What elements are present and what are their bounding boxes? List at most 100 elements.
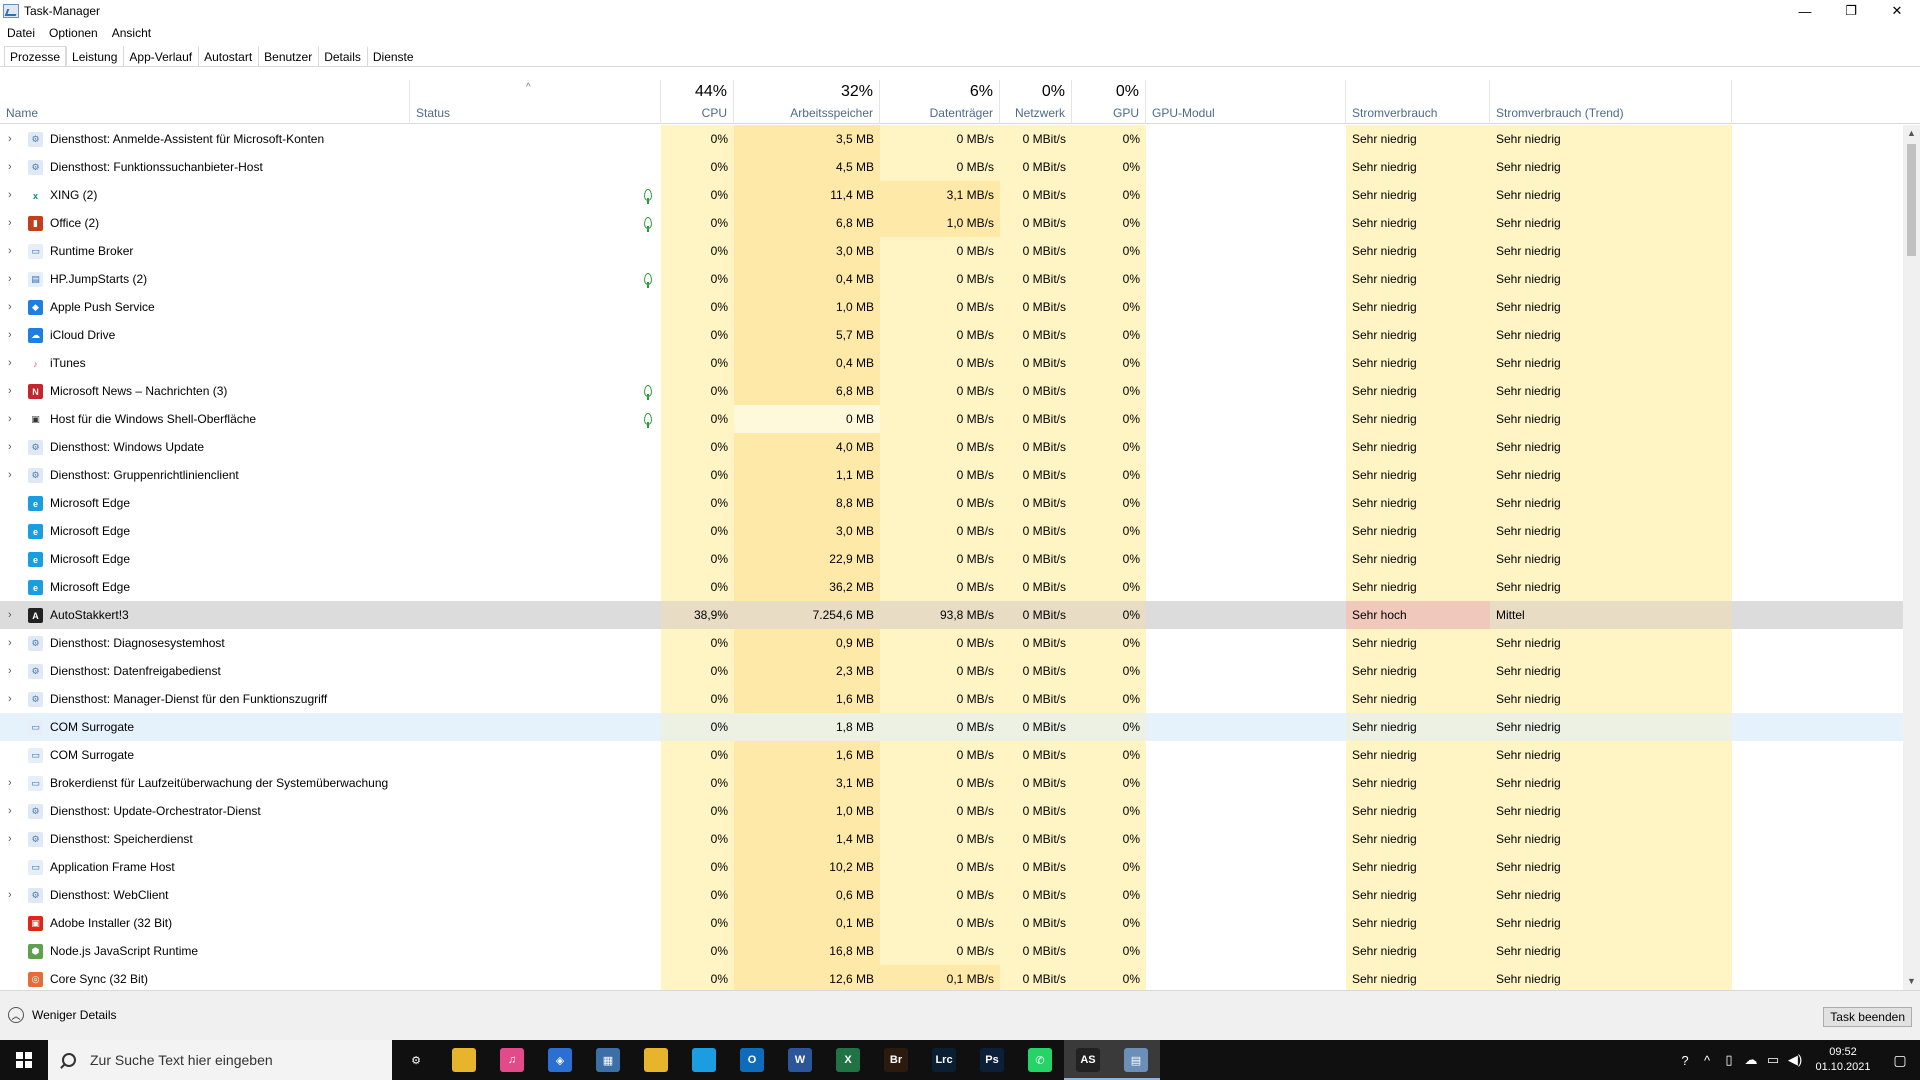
start-button[interactable] xyxy=(0,1040,48,1080)
device-icon[interactable]: ▯ xyxy=(1718,1052,1740,1068)
tab-details[interactable]: Details xyxy=(318,46,367,67)
expand-chevron-icon[interactable]: › xyxy=(8,657,12,685)
taskbar-app-lightroom-classic[interactable]: Lrc xyxy=(920,1040,968,1080)
help-icon[interactable]: ? xyxy=(1674,1053,1696,1068)
process-row[interactable]: › ⚙ Diensthost: Funktionssuchanbieter-Host… xyxy=(0,153,1906,181)
column-header-name[interactable]: Name xyxy=(0,80,410,124)
expand-chevron-icon[interactable]: › xyxy=(8,209,12,237)
column-header-cpu[interactable]: 44% CPU xyxy=(661,80,734,124)
process-row[interactable]: ▣ Adobe Installer (32 Bit) 0% 0,1 MB 0 MB/s 0… xyxy=(0,909,1906,937)
process-row[interactable]: › ▣ Host für die Windows Shell-Oberfläche 0… xyxy=(0,405,1906,433)
process-row[interactable]: › ⚙ Diensthost: Datenfreigabedienst 0% 2,3 M… xyxy=(0,657,1906,685)
process-row[interactable]: › ☁ iCloud Drive 0% 5,7 MB 0 MB/s 0 MBit/s 0% Se… xyxy=(0,321,1906,349)
expand-chevron-icon[interactable]: › xyxy=(8,181,12,209)
process-row[interactable]: › ⚙ Diensthost: Windows Update 0% 4,0 MB 0 MB… xyxy=(0,433,1906,461)
restore-button[interactable]: ❐ xyxy=(1828,0,1874,22)
process-row[interactable]: › ▤ HP.JumpStarts (2) 0% 0,4 MB 0 MB/s 0 MBit/… xyxy=(0,265,1906,293)
process-row[interactable]: › ⚙ Diensthost: Update-Orchestrator-Dienst… xyxy=(0,797,1906,825)
expand-chevron-icon[interactable]: › xyxy=(8,601,12,629)
tab-performance[interactable]: Leistung xyxy=(66,46,123,67)
process-row[interactable]: ⬢ Node.js JavaScript Runtime 0% 16,8 MB 0 MB… xyxy=(0,937,1906,965)
tab-users[interactable]: Benutzer xyxy=(258,46,318,67)
expand-chevron-icon[interactable]: › xyxy=(8,881,12,909)
menu-file[interactable]: Datei xyxy=(0,24,42,42)
scroll-up-arrow-icon[interactable]: ▲ xyxy=(1903,125,1920,142)
expand-chevron-icon[interactable]: › xyxy=(8,685,12,713)
menu-options[interactable]: Optionen xyxy=(42,24,105,42)
expand-chevron-icon[interactable]: › xyxy=(8,405,12,433)
taskbar-app-edge[interactable] xyxy=(680,1040,728,1080)
taskbar-app-vpn-shield[interactable]: ◈ xyxy=(536,1040,584,1080)
process-row[interactable]: › ▮ Office (2) 0% 6,8 MB 1,0 MB/s 0 MBit/s 0% Se… xyxy=(0,209,1906,237)
expand-chevron-icon[interactable]: › xyxy=(8,237,12,265)
expand-chevron-icon[interactable]: › xyxy=(8,293,12,321)
tab-app-history[interactable]: App-Verlauf xyxy=(123,46,198,67)
expand-chevron-icon[interactable]: › xyxy=(8,349,12,377)
vertical-scrollbar[interactable]: ▲ ▼ xyxy=(1903,125,1920,990)
process-row[interactable]: e Microsoft Edge 0% 8,8 MB 0 MB/s 0 MBit/s 0% S… xyxy=(0,489,1906,517)
taskbar-app-whatsapp[interactable]: ✆ xyxy=(1016,1040,1064,1080)
end-task-button[interactable]: Task beenden xyxy=(1823,1007,1912,1027)
taskbar-app-itunes[interactable]: ♫ xyxy=(488,1040,536,1080)
process-row[interactable]: ▭ COM Surrogate 0% 1,8 MB 0 MB/s 0 MBit/s 0% Se… xyxy=(0,713,1906,741)
column-header-power-trend[interactable]: Stromverbrauch (Trend) xyxy=(1490,80,1732,124)
process-row[interactable]: › ⚙ Diensthost: WebClient 0% 0,6 MB 0 MB/s 0 M… xyxy=(0,881,1906,909)
expand-chevron-icon[interactable]: › xyxy=(8,265,12,293)
process-row[interactable]: › ⚙ Diensthost: Speicherdienst 0% 1,4 MB 0 MB… xyxy=(0,825,1906,853)
expand-chevron-icon[interactable]: › xyxy=(8,769,12,797)
taskbar-app-folder[interactable] xyxy=(632,1040,680,1080)
notification-icon[interactable]: ▢ xyxy=(1880,1052,1920,1069)
volume-icon[interactable]: ◀) xyxy=(1784,1052,1806,1068)
expand-chevron-icon[interactable]: › xyxy=(8,377,12,405)
process-row[interactable]: › A AutoStakkert!3 38,9% 7.254,6 MB 93,8 MB/s… xyxy=(0,601,1906,629)
process-row[interactable]: ▭ Application Frame Host 0% 10,2 MB 0 MB/s 0 … xyxy=(0,853,1906,881)
onedrive-icon[interactable]: ☁ xyxy=(1740,1052,1762,1068)
column-header-gpu[interactable]: 0% GPU xyxy=(1072,80,1146,124)
expand-chevron-icon[interactable]: › xyxy=(8,433,12,461)
expand-chevron-icon[interactable]: › xyxy=(8,153,12,181)
column-header-power[interactable]: Stromverbrauch xyxy=(1346,80,1490,124)
column-header-network[interactable]: 0% Netzwerk xyxy=(1000,80,1072,124)
process-row[interactable]: ▭ COM Surrogate 0% 1,6 MB 0 MB/s 0 MBit/s 0% Se… xyxy=(0,741,1906,769)
expand-chevron-icon[interactable]: › xyxy=(8,825,12,853)
tab-processes[interactable]: Prozesse xyxy=(4,46,67,67)
process-row[interactable]: › ⚙ Diensthost: Anmelde-Assistent für Micr… xyxy=(0,125,1906,153)
taskbar-search-box[interactable]: Zur Suche Text hier eingeben xyxy=(48,1040,392,1080)
process-row[interactable]: › ◆ Apple Push Service 0% 1,0 MB 0 MB/s 0 MBit… xyxy=(0,293,1906,321)
clock[interactable]: 09:52 01.10.2021 xyxy=(1806,1045,1880,1075)
process-row[interactable]: e Microsoft Edge 0% 36,2 MB 0 MB/s 0 MBit/s 0%… xyxy=(0,573,1906,601)
column-header-disk[interactable]: 6% Datenträger xyxy=(880,80,1000,124)
taskbar-app-bridge[interactable]: Br xyxy=(872,1040,920,1080)
process-row[interactable]: › ⚙ Diensthost: Manager-Dienst für den Fun… xyxy=(0,685,1906,713)
chevron-up-icon[interactable]: ^ xyxy=(1696,1053,1718,1068)
minimize-button[interactable]: — xyxy=(1782,0,1828,22)
taskbar-app-task-manager[interactable]: ▤ xyxy=(1112,1040,1160,1080)
column-header-status[interactable]: Status xyxy=(410,80,661,124)
close-button[interactable]: ✕ xyxy=(1874,0,1920,22)
expand-chevron-icon[interactable]: › xyxy=(8,629,12,657)
column-header-gpu-engine[interactable]: GPU-Modul xyxy=(1146,80,1346,124)
expand-chevron-icon[interactable]: › xyxy=(8,125,12,153)
taskbar-app-excel[interactable]: X xyxy=(824,1040,872,1080)
fewer-details-toggle[interactable]: ︿ Weniger Details xyxy=(8,1007,116,1023)
column-header-memory[interactable]: 32% Arbeitsspeicher xyxy=(734,80,880,124)
network-icon[interactable]: ▭ xyxy=(1762,1052,1784,1068)
taskbar-app-calculator[interactable]: ▦ xyxy=(584,1040,632,1080)
process-row[interactable]: ◎ Core Sync (32 Bit) 0% 12,6 MB 0,1 MB/s 0 MB… xyxy=(0,965,1906,990)
process-row[interactable]: › N Microsoft News – Nachrichten (3) 0% 6,8 … xyxy=(0,377,1906,405)
process-row[interactable]: › ♪ iTunes 0% 0,4 MB 0 MB/s 0 MBit/s 0% Sehr nie… xyxy=(0,349,1906,377)
taskbar-app-settings[interactable]: ⚙ xyxy=(392,1040,440,1080)
process-row[interactable]: › ⚙ Diensthost: Diagnosesystemhost 0% 0,9 MB… xyxy=(0,629,1906,657)
taskbar-app-outlook[interactable]: O xyxy=(728,1040,776,1080)
scroll-down-arrow-icon[interactable]: ▼ xyxy=(1903,973,1920,990)
process-row[interactable]: › ⚙ Diensthost: Gruppenrichtlinienclient 0%… xyxy=(0,461,1906,489)
taskbar-app-file-explorer-pin[interactable] xyxy=(440,1040,488,1080)
taskbar-app-word[interactable]: W xyxy=(776,1040,824,1080)
process-row[interactable]: › x XING (2) 0% 11,4 MB 3,1 MB/s 0 MBit/s 0% Seh… xyxy=(0,181,1906,209)
tab-startup[interactable]: Autostart xyxy=(198,46,258,67)
tab-services[interactable]: Dienste xyxy=(366,46,420,67)
scroll-thumb[interactable] xyxy=(1907,144,1916,256)
expand-chevron-icon[interactable]: › xyxy=(8,797,12,825)
process-row[interactable]: › ▭ Brokerdienst für Laufzeitüberwachung d… xyxy=(0,769,1906,797)
expand-chevron-icon[interactable]: › xyxy=(8,321,12,349)
